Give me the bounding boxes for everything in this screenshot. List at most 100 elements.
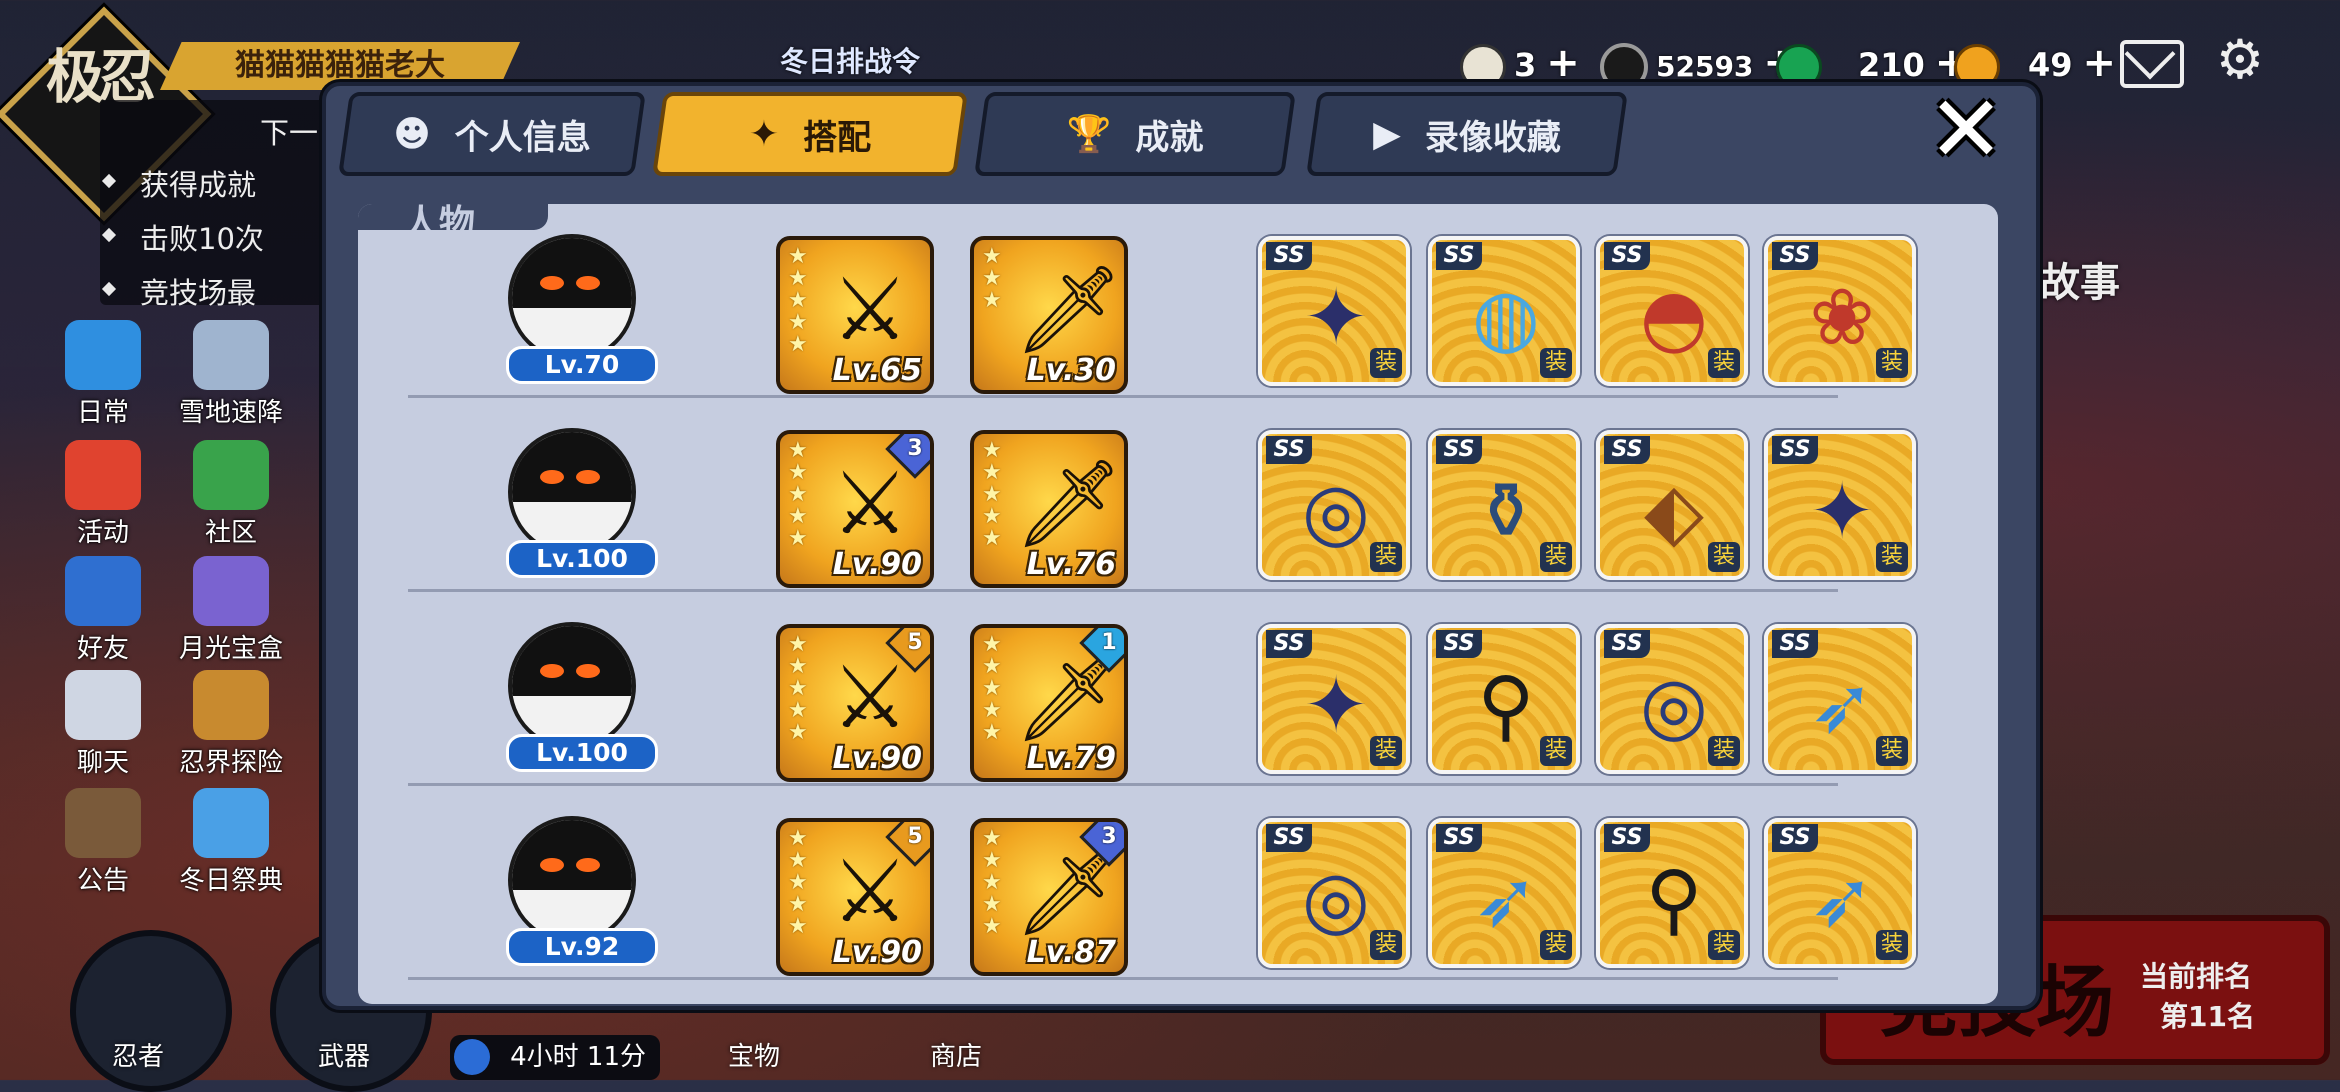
weapon-level: Lv.90 (832, 741, 922, 776)
ninja-avatar[interactable] (508, 622, 636, 750)
gear-icon[interactable]: ⚙ (2210, 30, 2270, 90)
task-item: 获得成就 (101, 162, 256, 204)
menu-notice[interactable]: 公告 (48, 788, 158, 897)
weapon-slot[interactable]: ★ ★ ★ 🗡 Lv.30 (970, 236, 1128, 394)
mail-icon[interactable] (2120, 40, 2184, 88)
menu-snow[interactable]: 雪地速降 (176, 320, 286, 429)
nav-shop[interactable]: 商店 (930, 1036, 982, 1073)
bullet-icon (101, 281, 117, 297)
weapon-slot[interactable]: ★ ★ ★ ★ ★ ⚔ Lv.90 5 (776, 818, 934, 976)
weapon-slot[interactable]: ★ ★ ★ ★ ★ ⚔ Lv.90 3 (776, 430, 934, 588)
nav-treasure[interactable]: 宝物 (728, 1036, 780, 1073)
grade-label: SS (1604, 824, 1650, 852)
winter-pass-banner[interactable]: 冬日排战令 (780, 40, 1080, 80)
play-icon: ▶ (1373, 113, 1401, 155)
event-timer: 4小时 11分 (450, 1035, 660, 1080)
moonbox-icon (193, 556, 269, 626)
menu-adventure[interactable]: 忍界探险 (176, 670, 286, 779)
menu-event[interactable]: 活动 (48, 440, 158, 549)
treasure-slot[interactable]: SS ⚱ 装 (1428, 430, 1580, 580)
ninja-row: Lv.92 ★ ★ ★ ★ ★ ⚔ Lv.90 5 ★ ★ ★ ★ ★ 🗡 Lv.87 3 SS ◎… (358, 786, 1998, 980)
avatar-icon: ☻ (393, 113, 431, 155)
menu-chat[interactable]: 聊天 (48, 670, 158, 779)
treasure-slot[interactable]: SS ⚲ 装 (1596, 818, 1748, 968)
plus-icon[interactable]: + (2083, 40, 2117, 86)
tab-personal-info[interactable]: ☻ 个人信息 (338, 92, 646, 176)
coins-counter[interactable]: 52593+ (1600, 38, 1797, 91)
grade-label: SS (1436, 630, 1482, 658)
notice-icon (65, 788, 141, 858)
ninja-avatar[interactable] (508, 428, 636, 556)
trophy-icon: 🏆 (1066, 114, 1112, 155)
grade-label: SS (1266, 630, 1312, 658)
task-item: 击败10次 (101, 216, 264, 258)
weapon-slot[interactable]: ★ ★ ★ ★ ★ ⚔ Lv.65 (776, 236, 934, 394)
treasure-slot[interactable]: SS ◍ 装 (1428, 236, 1580, 386)
menu-label: 雪地速降 (178, 398, 283, 428)
equip-tag: 装 (1540, 348, 1572, 378)
weapon-slot[interactable]: ★ ★ ★ ★ ★ 🗡 Lv.76 (970, 430, 1128, 588)
treasure-slot[interactable]: SS ❀ 装 (1764, 236, 1916, 386)
ninja-avatar[interactable] (508, 816, 636, 944)
menu-label: 好友 (76, 634, 129, 664)
menu-moonbox[interactable]: 月光宝盒 (176, 556, 286, 665)
nav-weapon[interactable]: 武器 (318, 1036, 370, 1073)
treasure-slot[interactable]: SS ◓ 装 (1596, 236, 1748, 386)
menu-label: 忍界探险 (178, 748, 283, 778)
equip-tag: 装 (1876, 542, 1908, 572)
weapon-level: Lv.30 (1026, 353, 1116, 388)
treasure-slot[interactable]: SS ➶ 装 (1428, 818, 1580, 968)
menu-label: 社区 (204, 518, 257, 548)
ninja-avatar[interactable] (508, 234, 636, 362)
menu-winter[interactable]: 冬日祭典 (176, 788, 286, 897)
onigiri-counter[interactable]: 3 + (1460, 38, 1580, 90)
equip-tag: 装 (1540, 736, 1572, 766)
menu-community[interactable]: 社区 (176, 440, 286, 549)
menu-daily[interactable]: 日常 (48, 320, 158, 429)
treasure-slot[interactable]: SS ✦ 装 (1258, 624, 1410, 774)
treasure-slot[interactable]: SS ✦ 装 (1258, 236, 1410, 386)
bullet-icon (101, 227, 117, 243)
treasure-slot[interactable]: SS ◎ 装 (1258, 818, 1410, 968)
nav-ninja[interactable]: 忍者 (112, 1036, 164, 1073)
ninja-row: Lv.100 ★ ★ ★ ★ ★ ⚔ Lv.90 3 ★ ★ ★ ★ ★ 🗡 Lv.76 SS ◎… (358, 398, 1998, 592)
menu-label: 公告 (76, 866, 129, 896)
profile-modal: ☻ 个人信息 ✦ 搭配 🏆 成就 ▶ 录像收藏 ✕ 人物 Lv.70 ★ ★ ★ ★ ★ ⚔… (322, 82, 2040, 1010)
shuriken-icon: ✦ (748, 113, 780, 155)
equip-tag: 装 (1876, 736, 1908, 766)
ninja-level: Lv.100 (506, 734, 658, 772)
tab-achievements[interactable]: 🏆 成就 (974, 92, 1296, 176)
treasure-slot[interactable]: SS ⚲ 装 (1428, 624, 1580, 774)
menu-friends[interactable]: 好友 (48, 556, 158, 665)
ninja-level: Lv.92 (506, 928, 658, 966)
weapon-level: Lv.90 (832, 935, 922, 970)
task-next-label: 下一 (260, 116, 319, 150)
grade-label: SS (1436, 436, 1482, 464)
menu-label: 冬日祭典 (178, 866, 283, 896)
treasure-slot[interactable]: SS ◎ 装 (1596, 624, 1748, 774)
weapon-slot[interactable]: ★ ★ ★ ★ ★ 🗡 Lv.87 3 (970, 818, 1128, 976)
menu-label: 日常 (76, 398, 129, 428)
weapon-slot[interactable]: ★ ★ ★ ★ ★ ⚔ Lv.90 5 (776, 624, 934, 782)
tab-loadout[interactable]: ✦ 搭配 (652, 92, 968, 176)
grade-label: SS (1266, 436, 1312, 464)
treasure-slot[interactable]: SS ➶ 装 (1764, 818, 1916, 968)
treasure-slot[interactable]: SS ⬖ 装 (1596, 430, 1748, 580)
weapon-slot[interactable]: ★ ★ ★ ★ ★ 🗡 Lv.79 1 (970, 624, 1128, 782)
task-list[interactable]: 下一 获得成就 击败10次 竞技场最 (100, 100, 330, 310)
close-button[interactable]: ✕ (1926, 84, 2006, 176)
tab-replays[interactable]: ▶ 录像收藏 (1306, 92, 1628, 176)
treasure-slot[interactable]: SS ✦ 装 (1764, 430, 1916, 580)
treasure-slot[interactable]: SS ◎ 装 (1258, 430, 1410, 580)
grade-label: SS (1772, 242, 1818, 270)
grade-label: SS (1436, 242, 1482, 270)
plus-icon[interactable]: + (1546, 40, 1580, 86)
equip-tag: 装 (1540, 930, 1572, 960)
treasure-slot[interactable]: SS ➶ 装 (1764, 624, 1916, 774)
ninja-row: Lv.70 ★ ★ ★ ★ ★ ⚔ Lv.65 ★ ★ ★ 🗡 Lv.30 SS ✦ 装 SS ◍ 装 S… (358, 204, 1998, 398)
snow-icon (193, 320, 269, 390)
grade-label: SS (1772, 824, 1818, 852)
row-divider (408, 977, 1838, 980)
story-label[interactable]: 故事 (2040, 250, 2120, 308)
grade-label: SS (1266, 242, 1312, 270)
